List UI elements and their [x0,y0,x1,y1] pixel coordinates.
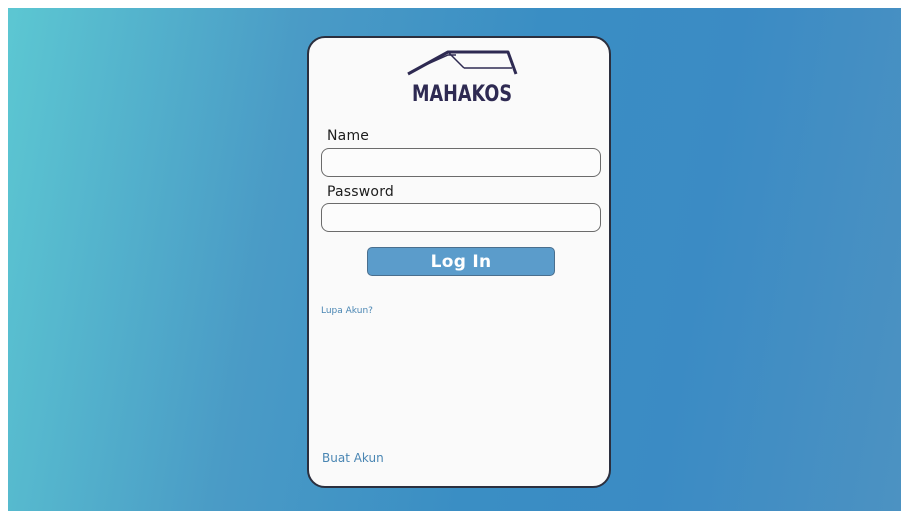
mahakos-logo: MAHAKOS [407,50,518,106]
forgot-account-link[interactable]: Lupa Akun? [321,306,373,316]
logo-text: MAHAKOS [412,82,512,106]
background: MAHAKOS Name Password Log In Lupa Akun? … [8,8,901,511]
login-button[interactable]: Log In [367,247,555,276]
password-input[interactable] [321,203,601,232]
login-card: MAHAKOS Name Password Log In Lupa Akun? … [307,36,611,488]
create-account-link[interactable]: Buat Akun [322,451,384,465]
name-label: Name [327,128,370,144]
password-label: Password [327,184,394,200]
name-input[interactable] [321,148,601,177]
